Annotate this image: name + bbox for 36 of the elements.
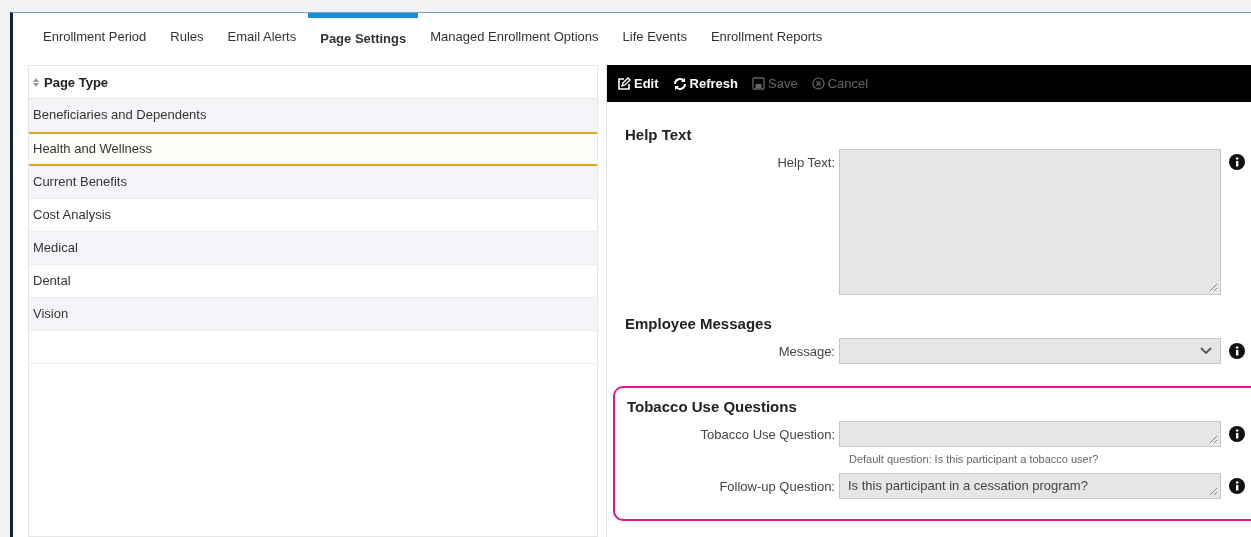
refresh-icon xyxy=(672,76,687,91)
section-title: Tobacco Use Questions xyxy=(627,398,798,415)
tab[interactable]: Enrollment Period xyxy=(31,13,159,55)
section-title: Help Text xyxy=(625,126,693,143)
column-header[interactable]: Page Type xyxy=(44,74,109,90)
info-icon[interactable] xyxy=(1229,154,1245,170)
tab[interactable]: Email Alerts xyxy=(215,13,309,55)
resize-grip-icon[interactable] xyxy=(1209,487,1218,496)
list-row[interactable]: Beneficiaries and Dependents xyxy=(29,99,597,132)
tab[interactable]: Managed Enrollment Options xyxy=(418,13,611,55)
list-row[interactable]: Vision xyxy=(29,298,597,331)
field-label: Tobacco Use Question: xyxy=(699,426,835,442)
field-label: Follow-up Question: xyxy=(718,478,835,494)
tab[interactable]: Page Settings xyxy=(308,13,419,55)
resize-grip-icon[interactable] xyxy=(1209,435,1218,444)
section-title: Employee Messages xyxy=(625,315,773,332)
list-row[interactable]: Medical xyxy=(29,232,597,265)
edit-button[interactable]: Edit xyxy=(617,76,659,91)
hint-text: Default question: Is this participant a tobacco user? xyxy=(849,453,1100,465)
resize-grip-icon[interactable] xyxy=(1209,283,1218,292)
edit-icon xyxy=(617,76,631,91)
tab[interactable]: Life Events xyxy=(610,13,699,55)
refresh-button[interactable]: Refresh xyxy=(672,76,738,91)
list-row[interactable]: Health and Wellness xyxy=(29,132,597,166)
field-label: Help Text: xyxy=(776,154,835,170)
info-icon[interactable] xyxy=(1229,478,1245,494)
info-icon[interactable] xyxy=(1229,426,1245,442)
sort-icon[interactable] xyxy=(33,77,39,87)
info-icon[interactable] xyxy=(1229,343,1245,359)
list-row[interactable]: Current Benefits xyxy=(29,166,597,199)
chevron-down-icon xyxy=(1200,347,1212,355)
circled-x-icon xyxy=(811,77,825,90)
text-area[interactable]: Is this participant in a cessation program? xyxy=(839,473,1221,499)
field-label: Message: xyxy=(777,343,835,359)
tab[interactable]: Rules xyxy=(158,13,216,55)
tab[interactable]: Enrollment Reports xyxy=(698,13,835,55)
